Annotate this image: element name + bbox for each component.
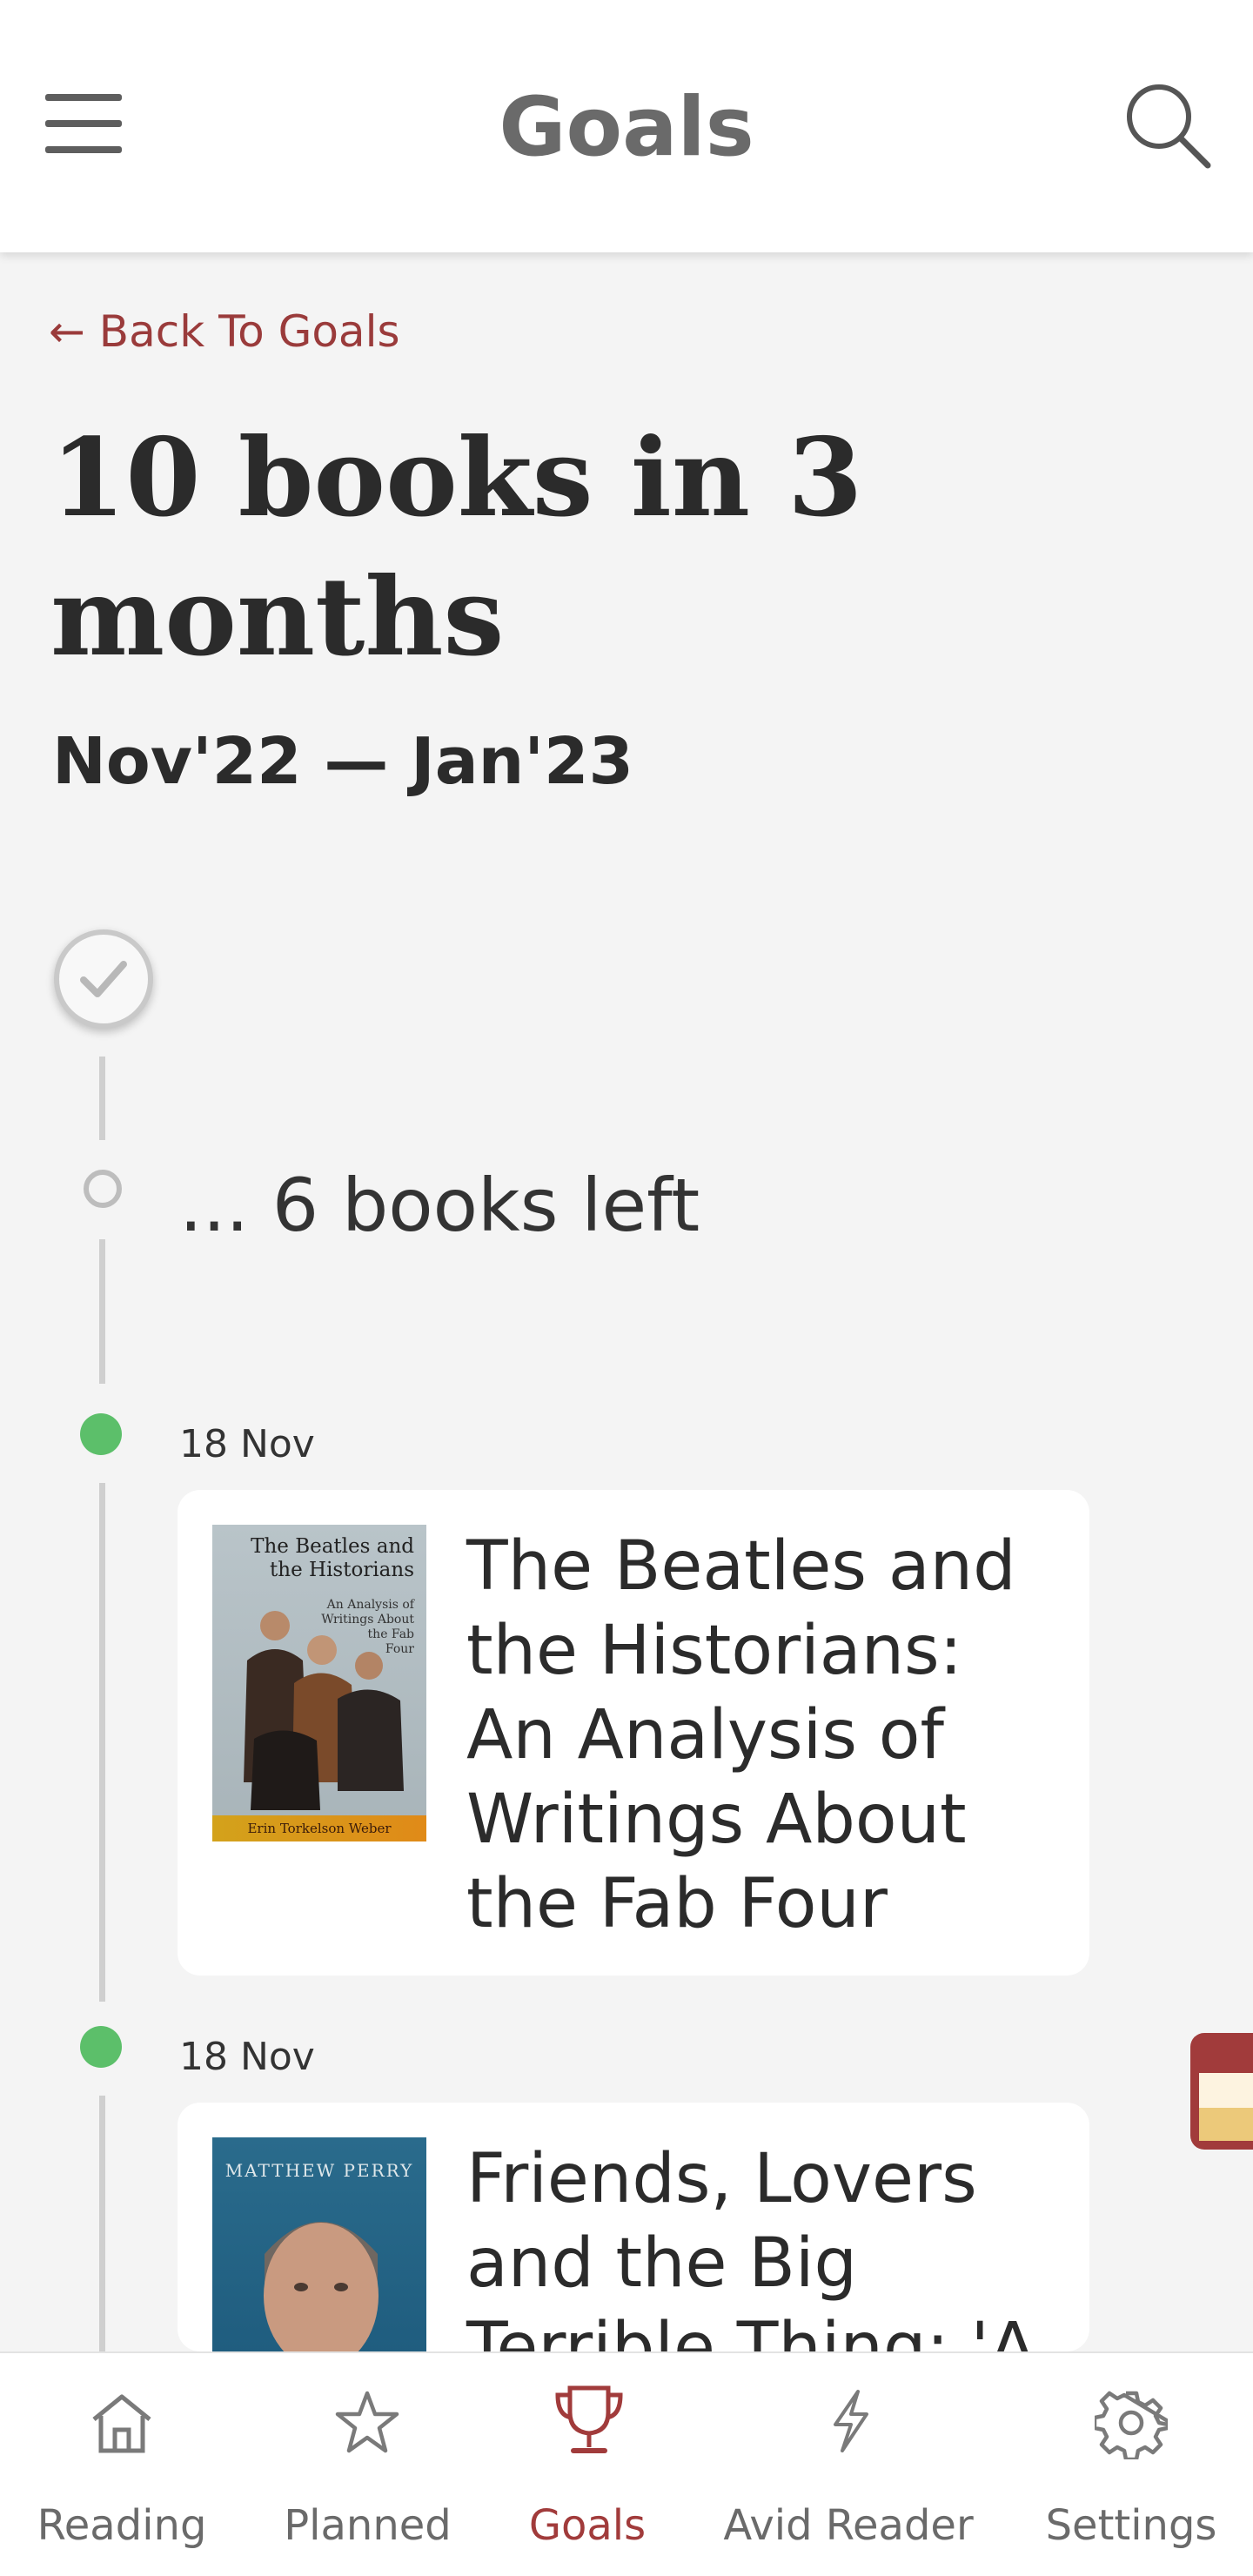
book-card[interactable]: The Beatles and the Historians An Analys… — [178, 1490, 1089, 1976]
nav-item-reading[interactable]: Reading — [0, 2353, 244, 2576]
search-icon[interactable] — [1121, 78, 1216, 174]
books-left-text: ... 6 books left — [179, 1163, 700, 1248]
completed-dot — [80, 2026, 122, 2068]
book-title: The Beatles and the Historians: An Analy… — [466, 1527, 1016, 1943]
trophy-icon — [555, 2385, 623, 2453]
gear-icon — [1095, 2391, 1168, 2459]
band-photo-illustration — [244, 1611, 404, 1810]
goal-check-icon — [54, 929, 153, 1029]
cover-author: MATTHEW PERRY — [224, 2160, 414, 2181]
timeline-line-4 — [99, 2096, 105, 2357]
home-icon — [92, 2394, 151, 2453]
side-drawer-tab[interactable] — [1190, 2033, 1253, 2150]
page-title: Goals — [499, 80, 754, 175]
nav-label: Avid Reader — [723, 2501, 974, 2550]
book-cover-image: MATTHEW PERRY — [212, 2137, 426, 2351]
bottom-navigation: Reading Planned Goals Avid Reader Settin… — [0, 2351, 1253, 2576]
remaining-dot — [84, 1170, 122, 1208]
nav-label: Settings — [1045, 2501, 1217, 2550]
nav-item-planned[interactable]: Planned — [248, 2353, 487, 2576]
nav-label: Planned — [284, 2501, 452, 2550]
book-card[interactable]: MATTHEW PERRY Friends, Lovers and the Bi… — [178, 2103, 1089, 2351]
timeline-line-2 — [99, 1239, 105, 1384]
app-bar: Goals — [0, 0, 1253, 252]
timeline-line-1 — [99, 1057, 105, 1140]
lightning-icon — [834, 2390, 868, 2452]
entry-date: 18 Nov — [179, 1422, 315, 1466]
nav-item-goals[interactable]: Goals — [492, 2353, 683, 2576]
book-title: Friends, Lovers and the Big Terrible Thi… — [466, 2140, 1036, 2351]
goal-title: 10 books in 3 months — [50, 415, 863, 681]
completed-dot — [80, 1413, 122, 1455]
back-to-goals-link[interactable]: ← Back To Goals — [49, 306, 400, 357]
entry-date: 18 Nov — [179, 2035, 315, 2079]
nav-label: Goals — [528, 2501, 647, 2550]
nav-label: Reading — [37, 2501, 207, 2550]
nav-item-avid-reader[interactable]: Avid Reader — [705, 2353, 992, 2576]
goal-period: Nov'22 — Jan'23 — [52, 724, 633, 799]
author-portrait-illustration — [264, 2222, 379, 2351]
star-icon — [335, 2391, 399, 2453]
timeline-line-3 — [99, 1483, 105, 2002]
cover-author: Erin Torkelson Weber — [212, 1815, 426, 1841]
nav-item-settings[interactable]: Settings — [1027, 2353, 1236, 2576]
book-cover-image: The Beatles and the Historians An Analys… — [212, 1525, 426, 1841]
cover-title: The Beatles and the Historians — [251, 1535, 414, 1581]
